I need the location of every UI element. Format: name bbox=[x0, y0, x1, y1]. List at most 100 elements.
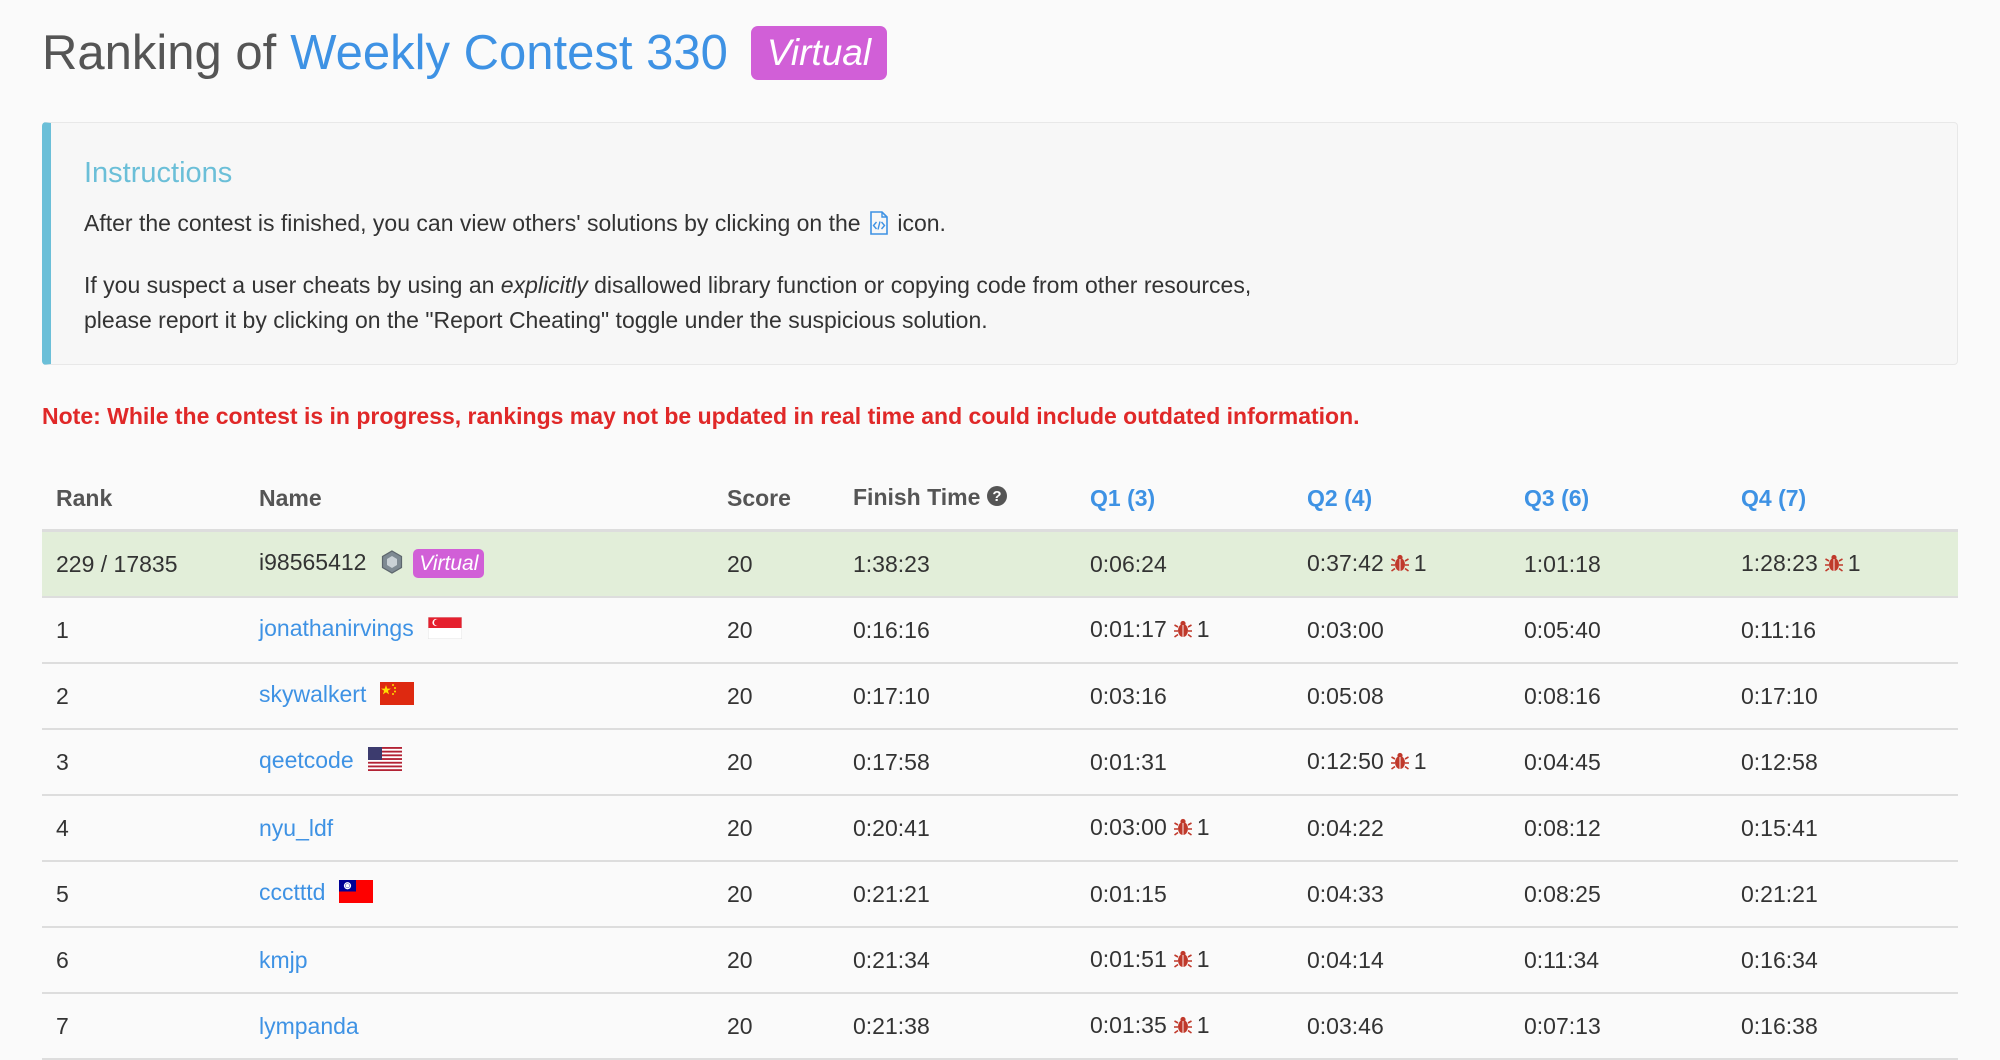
my-q2-time: 0:37:42 bbox=[1307, 549, 1384, 576]
q2-time: 0:04:33 bbox=[1307, 880, 1384, 907]
svg-text:?: ? bbox=[993, 488, 1002, 505]
q2-cell: 0:04:33 bbox=[1307, 861, 1524, 928]
user-link[interactable]: nyu_ldf bbox=[259, 815, 333, 841]
q3-cell: 0:05:40 bbox=[1524, 597, 1741, 664]
my-score: 20 bbox=[713, 530, 839, 598]
q3-cell: 0:08:25 bbox=[1524, 861, 1741, 928]
table-row: 4 nyu_ldf 20 0:20:41 0:03:00 1 0:04:22 0:08:12 0… bbox=[42, 795, 1958, 862]
q2-cell: 0:05:08 bbox=[1307, 663, 1524, 730]
instructions-line-1: After the contest is finished, you can v… bbox=[84, 206, 1957, 245]
q1-cell: 0:01:17 1 bbox=[1090, 597, 1307, 664]
my-q2-bug-count: 1 bbox=[1413, 549, 1427, 576]
q2-cell: 0:03:00 bbox=[1307, 597, 1524, 664]
my-q4-time: 1:28:23 bbox=[1741, 549, 1818, 576]
user-link[interactable]: skywalkert bbox=[259, 681, 366, 707]
q4-cell: 0:12:58 bbox=[1741, 729, 1958, 796]
name-cell: skywalkert bbox=[259, 663, 713, 730]
q4-time: 0:16:38 bbox=[1741, 1012, 1818, 1039]
q1-time: 0:01:15 bbox=[1090, 880, 1167, 907]
header-q3[interactable]: Q3 (6) bbox=[1524, 467, 1741, 532]
title-prefix: Ranking of bbox=[42, 26, 277, 80]
q2-time: 0:03:00 bbox=[1307, 616, 1384, 643]
q3-time: 0:08:12 bbox=[1524, 814, 1601, 841]
header-q2[interactable]: Q2 (4) bbox=[1307, 467, 1524, 532]
q3-cell: 0:04:45 bbox=[1524, 729, 1741, 796]
rank-cell: 2 bbox=[42, 663, 259, 730]
q3-cell: 0:08:16 bbox=[1524, 663, 1741, 730]
finish-time-cell: 0:17:10 bbox=[839, 663, 1090, 730]
q3-time: 0:04:45 bbox=[1524, 748, 1601, 775]
my-virtual-badge: Virtual bbox=[413, 548, 485, 578]
instructions-line-2-end: disallowed library function or copying c… bbox=[594, 272, 1252, 298]
question-circle-icon[interactable]: ? bbox=[986, 485, 1008, 513]
user-link[interactable]: kmjp bbox=[259, 947, 308, 973]
my-ranking-row: 229 / 17835 i98565412 Virtual 20 1:38:23… bbox=[42, 530, 1958, 598]
instructions-emphasis: explicitly bbox=[500, 272, 588, 298]
my-name-cell: i98565412 Virtual bbox=[259, 530, 713, 598]
name-cell: qeetcode bbox=[259, 729, 713, 796]
q3-time: 0:05:40 bbox=[1524, 616, 1601, 643]
my-finish-time: 1:38:23 bbox=[839, 530, 1090, 598]
q1-cell: 0:03:00 1 bbox=[1090, 795, 1307, 862]
q3-time: 0:08:16 bbox=[1524, 682, 1601, 709]
instructions-line-1-end: icon. bbox=[897, 210, 946, 236]
header-q4[interactable]: Q4 (7) bbox=[1741, 467, 1958, 532]
q2-time: 0:12:50 bbox=[1307, 747, 1384, 774]
my-q4-cell: 1:28:23 1 bbox=[1741, 530, 1958, 598]
bug-icon bbox=[1390, 552, 1410, 579]
q1-bug-count: 1 bbox=[1196, 615, 1210, 642]
q2-time: 0:04:14 bbox=[1307, 946, 1384, 973]
header-name: Name bbox=[259, 467, 713, 532]
q3-time: 0:08:25 bbox=[1524, 880, 1601, 907]
q1-time: 0:03:00 bbox=[1090, 813, 1167, 840]
contest-link[interactable]: Weekly Contest 330 bbox=[290, 25, 728, 81]
name-cell: jonathanirvings bbox=[259, 597, 713, 664]
q4-time: 0:21:21 bbox=[1741, 880, 1818, 907]
q2-cell: 0:12:50 1 bbox=[1307, 729, 1524, 796]
user-link[interactable]: lympanda bbox=[259, 1013, 359, 1039]
header-q1[interactable]: Q1 (3) bbox=[1090, 467, 1307, 532]
table-row: 2 skywalkert 20 0:17:10 0:03:16 0:05:08 0:08:1… bbox=[42, 663, 1958, 730]
q4-cell: 0:21:21 bbox=[1741, 861, 1958, 928]
finish-time-cell: 0:20:41 bbox=[839, 795, 1090, 862]
header-finish-time: Finish Time? bbox=[839, 467, 1090, 532]
header-score: Score bbox=[713, 467, 839, 532]
table-row: 6 kmjp 20 0:21:34 0:01:51 1 0:04:14 0:11:34 0:16… bbox=[42, 927, 1958, 994]
q4-time: 0:11:16 bbox=[1741, 616, 1817, 643]
bug-icon bbox=[1173, 948, 1193, 975]
code-file-icon bbox=[869, 210, 889, 245]
my-username: i98565412 bbox=[259, 548, 367, 575]
q4-time: 0:12:58 bbox=[1741, 748, 1818, 775]
ranking-table: Rank Name Score Finish Time? Q1 (3) Q2 (… bbox=[42, 467, 1958, 1060]
q3-time: 0:11:34 bbox=[1524, 946, 1600, 973]
q1-time: 0:03:16 bbox=[1090, 682, 1167, 709]
instructions-line-2: If you suspect a user cheats by using an… bbox=[84, 268, 1957, 303]
singapore-flag-icon bbox=[427, 616, 463, 645]
q4-cell: 0:17:10 bbox=[1741, 663, 1958, 730]
bug-icon bbox=[1173, 618, 1193, 645]
q4-cell: 0:16:34 bbox=[1741, 927, 1958, 994]
q2-cell: 0:04:14 bbox=[1307, 927, 1524, 994]
user-link[interactable]: jonathanirvings bbox=[259, 615, 414, 641]
q1-bug-count: 1 bbox=[1196, 813, 1210, 840]
china-flag-icon bbox=[380, 682, 415, 711]
score-cell: 20 bbox=[713, 861, 839, 928]
q2-time: 0:04:22 bbox=[1307, 814, 1384, 841]
instructions-line-3: please report it by clicking on the "Rep… bbox=[84, 307, 988, 333]
score-cell: 20 bbox=[713, 729, 839, 796]
score-cell: 20 bbox=[713, 927, 839, 994]
hexagon-badge-icon bbox=[381, 549, 403, 580]
finish-time-cell: 0:17:58 bbox=[839, 729, 1090, 796]
q1-bug-count: 1 bbox=[1196, 945, 1210, 972]
q1-time: 0:01:31 bbox=[1090, 748, 1167, 775]
q4-time: 0:15:41 bbox=[1741, 814, 1818, 841]
bug-icon bbox=[1173, 816, 1193, 843]
ranking-page: Ranking of Weekly Contest 330 Virtual In… bbox=[0, 0, 2000, 1060]
user-link[interactable]: qeetcode bbox=[259, 747, 354, 773]
name-cell: lympanda bbox=[259, 993, 713, 1060]
my-q3: 1:01:18 bbox=[1524, 530, 1741, 598]
table-header-row: Rank Name Score Finish Time? Q1 (3) Q2 (… bbox=[42, 467, 1958, 532]
header-finish-label: Finish Time bbox=[853, 483, 981, 510]
user-link[interactable]: ccctttd bbox=[259, 879, 325, 905]
instructions-line-2-start: If you suspect a user cheats by using an bbox=[84, 272, 495, 298]
